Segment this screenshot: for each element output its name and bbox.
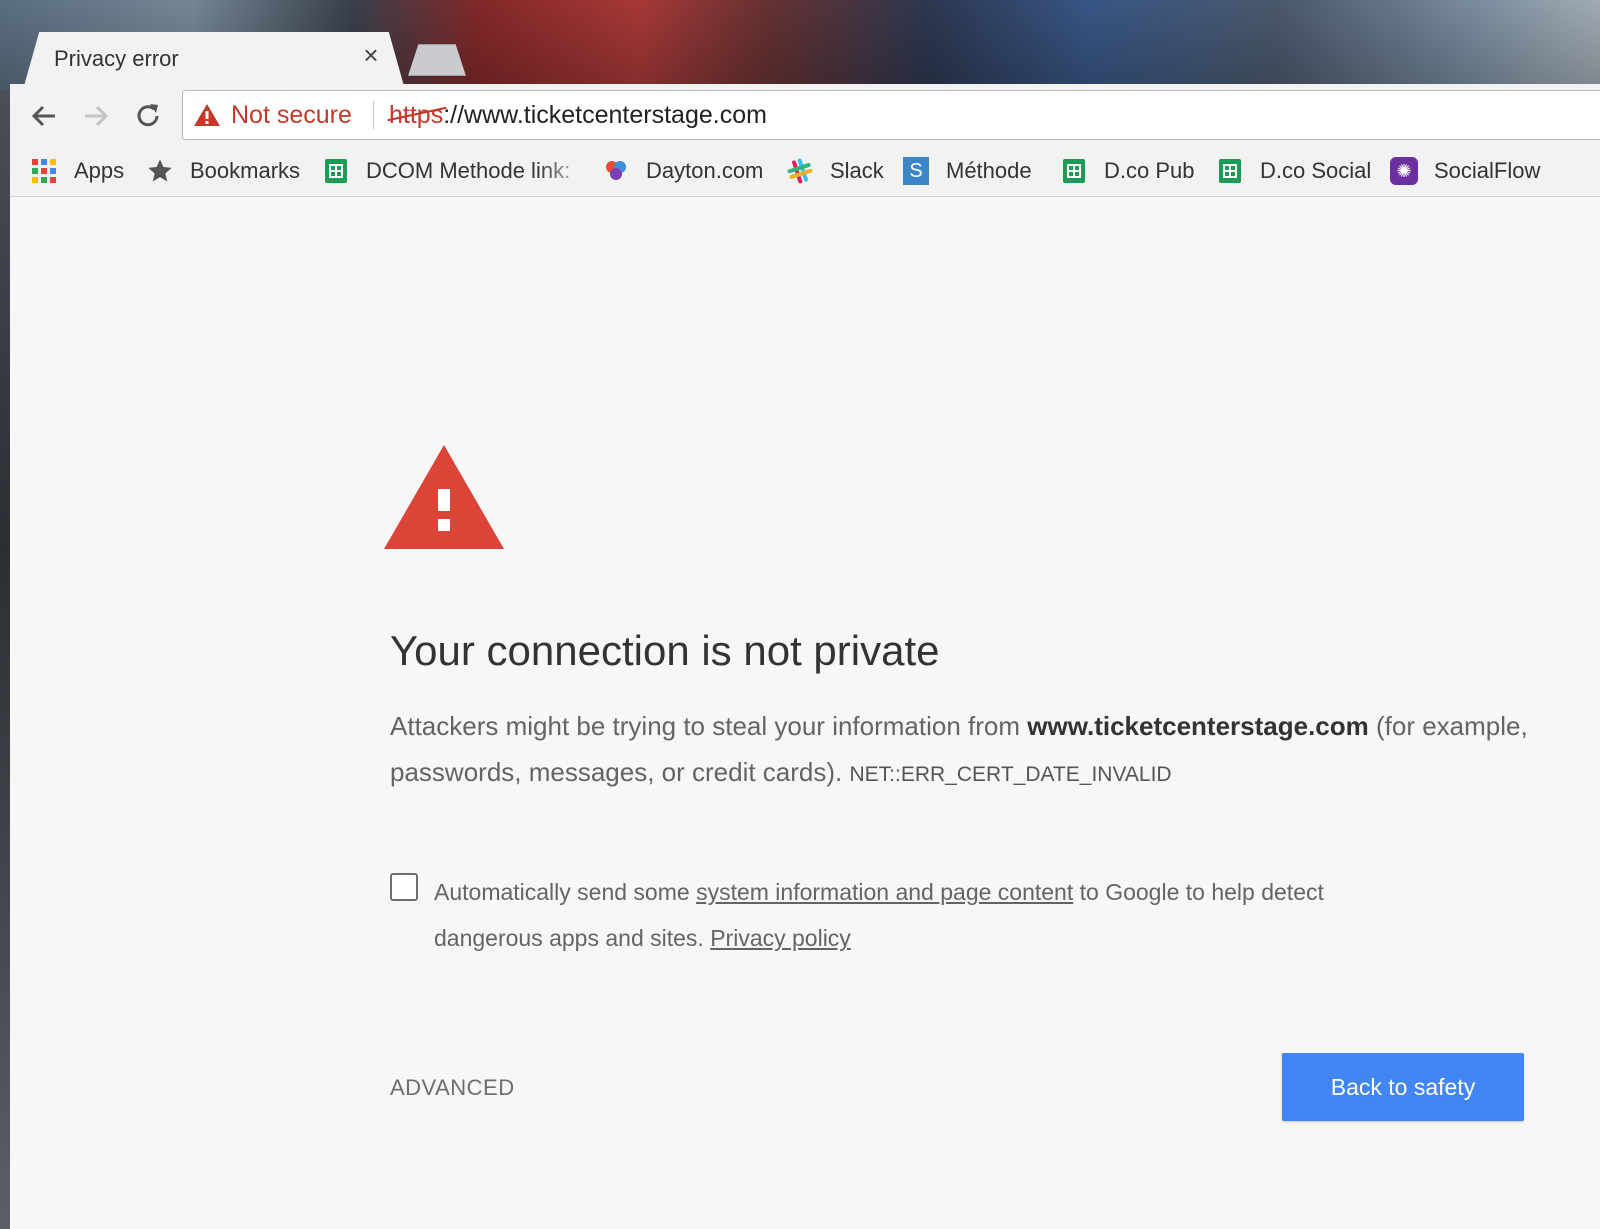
bookmark-label: SocialFlow (1434, 158, 1541, 183)
sheets-icon (322, 157, 350, 185)
bookmark-label: Apps (74, 158, 125, 183)
page-title: Your connection is not private (390, 627, 940, 674)
error-description: Attackers might be trying to steal your … (390, 703, 1530, 798)
forward-arrow-icon (85, 105, 109, 127)
not-secure-label[interactable]: Not secure (231, 101, 352, 130)
tab-title: Privacy error (54, 46, 179, 71)
apps-grid-icon (30, 157, 58, 185)
back-to-safety-button[interactable]: Back to safety (1282, 1053, 1524, 1121)
bookmark-dco-pub[interactable]: D.co Pub (1060, 154, 1195, 188)
sheets-icon (1216, 157, 1244, 185)
bookmark-label: D.co Pub (1104, 158, 1195, 183)
omnibox-separator (373, 101, 374, 129)
advanced-button[interactable]: ADVANCED (390, 1075, 515, 1101)
browser-toolbar: Not secure https://www.ticketcenterstage… (10, 84, 1600, 146)
desktop-edge (0, 90, 10, 1229)
warning-triangle-icon (382, 443, 506, 556)
error-code[interactable]: NET::ERR_CERT_DATE_INVALID (850, 763, 1172, 786)
bookmarks-bar: Apps Bookmarks DCOM Methode link: Dayton… (10, 146, 1600, 197)
forward-button[interactable] (76, 96, 116, 136)
bookmark-socialflow[interactable]: ✺ SocialFlow (1390, 154, 1540, 188)
s-icon: S (902, 157, 930, 185)
slack-icon (786, 157, 814, 185)
sheets-icon (1060, 157, 1088, 185)
reload-icon (137, 104, 159, 127)
send-info-checkbox[interactable] (390, 873, 418, 901)
optin-prefix: Automatically send some (434, 879, 697, 905)
privacy-policy-link[interactable]: Privacy policy (710, 925, 851, 951)
url-text[interactable]: https://www.ticketcenterstage.com (389, 101, 767, 130)
system-info-link[interactable]: system information and page content (696, 879, 1073, 905)
bookmark-dcom-methode[interactable]: DCOM Methode link: (322, 154, 592, 188)
browser-window: Privacy error × Not secure https://www.t… (10, 32, 1600, 1229)
bookmark-label: Méthode (946, 158, 1032, 183)
optin-text: Automatically send some system informati… (434, 869, 1434, 961)
not-secure-warning-icon (193, 102, 221, 133)
bookmark-label: Dayton.com (646, 158, 764, 183)
privacy-error-page: Your connection is not private Attackers… (10, 197, 1600, 1229)
back-button[interactable] (24, 96, 64, 136)
bookmark-dco-social[interactable]: D.co Social (1216, 154, 1371, 188)
tab-privacy-error[interactable]: Privacy error × (24, 32, 404, 86)
url-host: ://www.ticketcenterstage.com (443, 101, 767, 129)
socialflow-icon: ✺ (1390, 157, 1418, 185)
tab-close-icon[interactable]: × (358, 42, 384, 68)
reload-button[interactable] (128, 96, 168, 136)
description-text: Attackers might be trying to steal your … (390, 711, 1028, 741)
bookmark-label: D.co Social (1260, 158, 1372, 183)
new-tab-button[interactable] (408, 44, 466, 76)
dayton-icon (602, 157, 630, 185)
back-arrow-icon (31, 105, 55, 127)
bookmark-label: Bookmarks (190, 158, 301, 183)
bookmark-label: Slack (830, 158, 884, 183)
bookmark-slack[interactable]: Slack (786, 154, 884, 188)
error-host: www.ticketcenterstage.com (1027, 711, 1369, 741)
bookmark-label: DCOM Methode link: (366, 158, 571, 183)
url-scheme: https (389, 101, 444, 129)
star-icon (146, 157, 174, 185)
bookmark-apps[interactable]: Apps (30, 154, 124, 188)
address-bar[interactable]: Not secure https://www.ticketcenterstage… (182, 90, 1600, 140)
bookmark-methode[interactable]: S Méthode (902, 154, 1032, 188)
bookmark-bookmarks[interactable]: Bookmarks (146, 154, 300, 188)
bookmark-dayton[interactable]: Dayton.com (602, 154, 763, 188)
